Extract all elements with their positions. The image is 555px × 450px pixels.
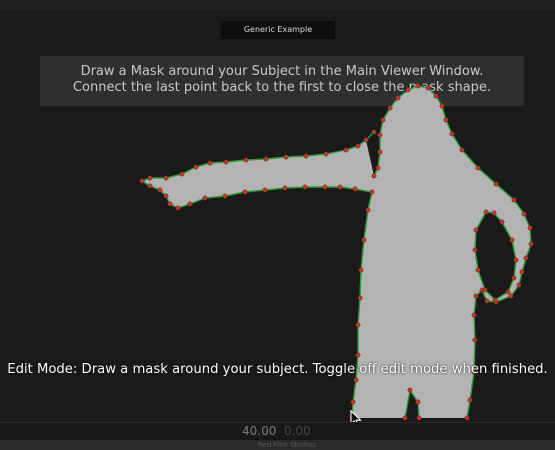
mask-point[interactable] bbox=[528, 241, 534, 247]
mask-point[interactable] bbox=[483, 209, 489, 215]
mask-point[interactable] bbox=[358, 267, 364, 273]
mask-point[interactable] bbox=[377, 149, 383, 155]
mask-point[interactable] bbox=[355, 322, 361, 328]
mask-point[interactable] bbox=[167, 201, 173, 207]
mask-point[interactable] bbox=[439, 103, 445, 109]
mask-point[interactable] bbox=[355, 352, 361, 358]
mask-point[interactable] bbox=[283, 154, 289, 160]
mask-point[interactable] bbox=[509, 237, 515, 243]
mask-point[interactable] bbox=[464, 415, 470, 421]
mask-point[interactable] bbox=[202, 195, 208, 201]
mask-point[interactable] bbox=[491, 210, 497, 216]
mask-point[interactable] bbox=[405, 87, 411, 93]
mask-point[interactable] bbox=[519, 269, 525, 275]
mask-point[interactable] bbox=[511, 197, 517, 203]
footer-credit: Red Film Studios bbox=[258, 441, 316, 449]
mask-point[interactable] bbox=[493, 181, 499, 187]
mask-point[interactable] bbox=[357, 295, 363, 301]
mask-point[interactable] bbox=[416, 415, 422, 421]
mask-point[interactable] bbox=[352, 186, 358, 192]
mask-point[interactable] bbox=[484, 298, 490, 304]
mask-point[interactable] bbox=[375, 165, 381, 171]
mask-point[interactable] bbox=[482, 287, 488, 293]
mask-point[interactable] bbox=[523, 255, 529, 261]
mask-point[interactable] bbox=[365, 207, 371, 213]
mask-point[interactable] bbox=[475, 165, 481, 171]
mask-point[interactable] bbox=[302, 184, 308, 190]
mask-point[interactable] bbox=[395, 95, 401, 101]
mask-point[interactable] bbox=[449, 131, 455, 137]
mask-point[interactable] bbox=[323, 151, 329, 157]
mask-point[interactable] bbox=[223, 159, 229, 165]
mouse-pointer-icon bbox=[350, 410, 362, 422]
mask-point[interactable] bbox=[193, 164, 199, 170]
mask-point[interactable] bbox=[380, 117, 386, 123]
mask-point[interactable] bbox=[407, 387, 413, 393]
mask-point[interactable] bbox=[322, 184, 328, 190]
mask-point[interactable] bbox=[371, 129, 377, 135]
mask-point[interactable] bbox=[263, 156, 269, 162]
mask-point[interactable] bbox=[499, 219, 505, 225]
mask-point[interactable] bbox=[207, 160, 213, 166]
timecode-duration: 0.00 bbox=[284, 424, 311, 438]
mask-point[interactable] bbox=[513, 257, 519, 263]
mask-point[interactable] bbox=[139, 178, 145, 184]
mask-point[interactable] bbox=[363, 137, 369, 143]
mask-point[interactable] bbox=[282, 185, 288, 191]
mask-point[interactable] bbox=[433, 93, 439, 99]
main-viewer[interactable]: Generic Example Draw a Mask around your … bbox=[0, 0, 555, 422]
mask-point[interactable] bbox=[262, 187, 268, 193]
mask-point[interactable] bbox=[337, 184, 343, 190]
mask-point[interactable] bbox=[511, 275, 517, 281]
mask-point[interactable] bbox=[521, 211, 527, 217]
mask-point[interactable] bbox=[415, 399, 421, 405]
mask-point[interactable] bbox=[163, 175, 169, 181]
mask-point[interactable] bbox=[175, 205, 181, 211]
mask-point[interactable] bbox=[443, 117, 449, 123]
mask-point[interactable] bbox=[473, 293, 479, 299]
mask-point[interactable] bbox=[242, 189, 248, 195]
mask-point[interactable] bbox=[361, 237, 367, 243]
timecode-current: 40.00 bbox=[242, 424, 277, 438]
mask-point[interactable] bbox=[471, 312, 477, 318]
mask-point[interactable] bbox=[222, 193, 228, 199]
timeline-bar[interactable]: 40.00 0.00 bbox=[0, 422, 555, 441]
mask-point[interactable] bbox=[377, 132, 383, 138]
mask-point[interactable] bbox=[508, 293, 514, 299]
mask-point[interactable] bbox=[459, 147, 465, 153]
mask-point[interactable] bbox=[163, 193, 169, 199]
mask-point[interactable] bbox=[475, 267, 481, 273]
mask-point[interactable] bbox=[187, 201, 193, 207]
mask-point[interactable] bbox=[147, 183, 153, 189]
mask-point[interactable] bbox=[505, 289, 511, 295]
mask-point[interactable] bbox=[147, 175, 153, 181]
mask-point[interactable] bbox=[350, 399, 356, 405]
mask-point[interactable] bbox=[472, 247, 478, 253]
mask-point[interactable] bbox=[472, 337, 478, 343]
mask-canvas[interactable] bbox=[0, 0, 555, 422]
mask-point[interactable] bbox=[467, 397, 473, 403]
mask-point[interactable] bbox=[355, 143, 361, 149]
mask-point[interactable] bbox=[179, 171, 185, 177]
footer-bar: Red Film Studios bbox=[0, 440, 555, 450]
mask-point[interactable] bbox=[369, 189, 375, 195]
edit-mode-message: Edit Mode: Draw a mask around your subje… bbox=[7, 362, 548, 377]
mask-point[interactable] bbox=[402, 415, 408, 421]
mask-point[interactable] bbox=[492, 297, 498, 303]
mask-point[interactable] bbox=[371, 173, 377, 179]
mask-point[interactable] bbox=[157, 187, 163, 193]
mask-point[interactable] bbox=[425, 85, 431, 91]
mask-point[interactable] bbox=[473, 227, 479, 233]
mask-point[interactable] bbox=[353, 377, 359, 383]
mask-point[interactable] bbox=[527, 225, 533, 231]
mask-point[interactable] bbox=[387, 105, 393, 111]
mask-point[interactable] bbox=[343, 147, 349, 153]
mask-point[interactable] bbox=[303, 153, 309, 159]
mask-point[interactable] bbox=[516, 282, 522, 288]
mask-point[interactable] bbox=[415, 83, 421, 89]
mask-point[interactable] bbox=[243, 157, 249, 163]
